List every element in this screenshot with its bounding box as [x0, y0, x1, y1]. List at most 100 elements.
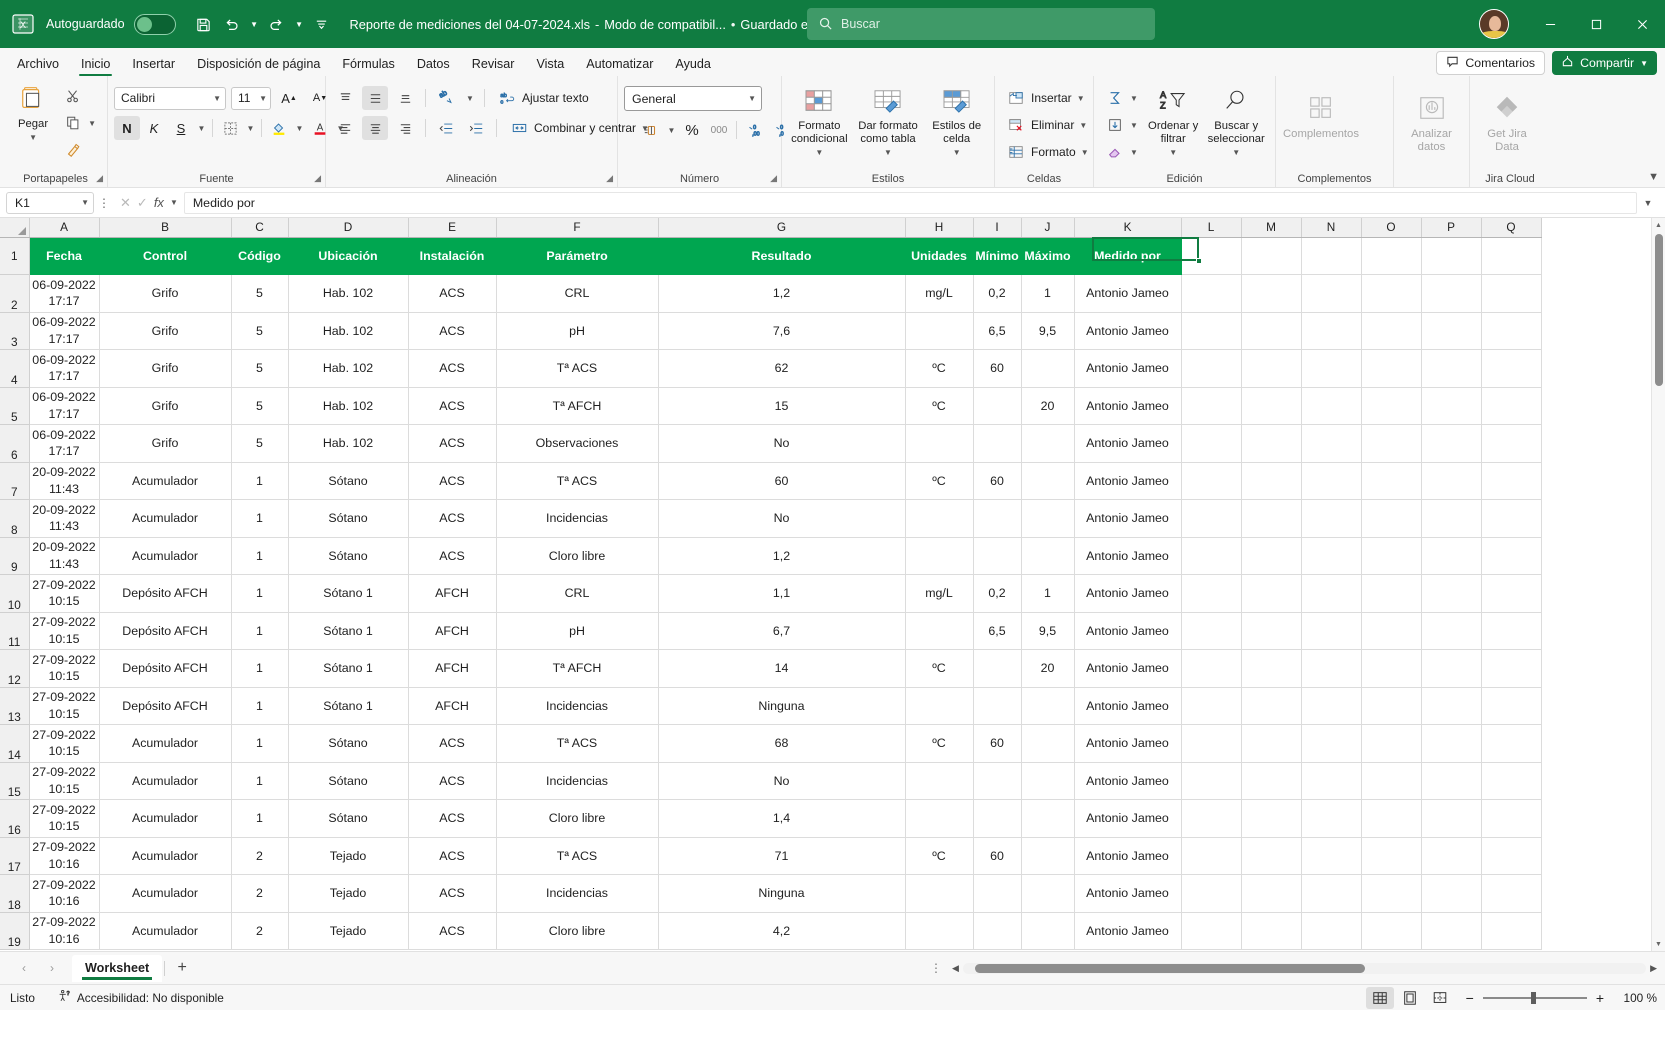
cell-codigo[interactable]: 1 — [231, 687, 289, 725]
cell-fecha[interactable]: 27-09-2022 10:15 — [29, 724, 100, 763]
cell-q2[interactable] — [1481, 274, 1542, 313]
cell-parametro[interactable]: Cloro libre — [496, 537, 659, 575]
cell-o14[interactable] — [1361, 724, 1422, 763]
cell-n7[interactable] — [1301, 462, 1362, 500]
cell-codigo[interactable]: 5 — [231, 349, 289, 388]
cell-medido-por[interactable]: Antonio Jameo — [1074, 462, 1182, 500]
cell-fecha[interactable]: 27-09-2022 10:15 — [29, 762, 100, 800]
cell-resultado[interactable]: 71 — [658, 837, 906, 875]
cell-parametro[interactable]: Incidencias — [496, 499, 659, 538]
column-header-i[interactable]: I — [973, 218, 1022, 238]
decrease-indent-button[interactable] — [433, 116, 459, 140]
row-header-14[interactable]: 14 — [0, 724, 30, 763]
cell-maximo[interactable] — [1021, 799, 1075, 838]
cell-fecha[interactable]: 27-09-2022 10:15 — [29, 612, 100, 650]
delete-cells-chevron-down-icon[interactable]: ▼ — [1079, 121, 1087, 130]
cell-m16[interactable] — [1241, 799, 1302, 838]
cell-ubicacion[interactable]: Hab. 102 — [288, 424, 409, 463]
font-size-select[interactable]: 11 ▼ — [231, 86, 271, 110]
cell-ubicacion[interactable]: Hab. 102 — [288, 349, 409, 388]
cell-m6[interactable] — [1241, 424, 1302, 463]
cell-control[interactable]: Grifo — [99, 349, 232, 388]
row-header-13[interactable]: 13 — [0, 687, 30, 725]
cell-minimo[interactable]: 60 — [973, 724, 1022, 763]
accessibility-status[interactable]: ? Accesibilidad: No disponible — [57, 989, 224, 1006]
close-button[interactable] — [1619, 0, 1665, 48]
autosum-button[interactable]: ▼ — [1100, 86, 1143, 110]
cell-parametro[interactable]: Tª ACS — [496, 349, 659, 388]
undo-icon[interactable] — [218, 10, 246, 38]
cell-minimo[interactable]: 60 — [973, 349, 1022, 388]
cell-m12[interactable] — [1241, 649, 1302, 688]
cell-medido-por[interactable]: Antonio Jameo — [1074, 762, 1182, 800]
cell-minimo[interactable] — [973, 387, 1022, 425]
cell-l13[interactable] — [1181, 687, 1242, 725]
font-dialog-launcher[interactable]: ◢ — [314, 173, 321, 184]
cell-q19[interactable] — [1481, 912, 1542, 950]
cell-unidades[interactable] — [905, 687, 974, 725]
sheet-scroll-options-icon[interactable]: ⋮ — [930, 961, 942, 975]
cell-n17[interactable] — [1301, 837, 1362, 875]
cell-n15[interactable] — [1301, 762, 1362, 800]
row-header-3[interactable]: 3 — [0, 312, 30, 350]
cell-control[interactable]: Grifo — [99, 274, 232, 313]
cell-n6[interactable] — [1301, 424, 1362, 463]
cell-parametro[interactable]: CRL — [496, 574, 659, 613]
cell-l15[interactable] — [1181, 762, 1242, 800]
cell-p8[interactable] — [1421, 499, 1482, 538]
share-chevron-down-icon[interactable]: ▼ — [1640, 59, 1648, 68]
paste-chevron-down-icon[interactable]: ▼ — [29, 133, 37, 142]
cell-unidades[interactable]: ºC — [905, 649, 974, 688]
cell-p7[interactable] — [1421, 462, 1482, 500]
cell-ubicacion[interactable]: Tejado — [288, 912, 409, 950]
cell-m7[interactable] — [1241, 462, 1302, 500]
cell-fecha[interactable]: 06-09-2022 17:17 — [29, 312, 100, 350]
cell-control[interactable]: Acumulador — [99, 912, 232, 950]
cell-maximo[interactable] — [1021, 537, 1075, 575]
cell-minimo[interactable]: 6,5 — [973, 612, 1022, 650]
cell-codigo[interactable]: 2 — [231, 912, 289, 950]
cell-codigo[interactable]: 1 — [231, 612, 289, 650]
cell-minimo[interactable] — [973, 687, 1022, 725]
hscroll-left-icon[interactable]: ◀ — [952, 963, 959, 974]
undo-dropdown-icon[interactable]: ▼ — [246, 10, 263, 38]
increase-indent-button[interactable] — [463, 116, 489, 140]
cell-fecha[interactable]: 27-09-2022 10:15 — [29, 799, 100, 838]
cell-control[interactable]: Acumulador — [99, 462, 232, 500]
cell-o6[interactable] — [1361, 424, 1422, 463]
cell-n9[interactable] — [1301, 537, 1362, 575]
formula-input[interactable]: Medido por — [183, 191, 1637, 214]
cell-unidades[interactable] — [905, 612, 974, 650]
orientation-button[interactable]: ab — [433, 86, 459, 110]
previous-sheet-button[interactable]: ‹ — [10, 956, 38, 980]
document-title-area[interactable]: Reporte de mediciones del 04-07-2024.xls… — [350, 17, 881, 32]
cell-n4[interactable] — [1301, 349, 1362, 388]
cell-o9[interactable] — [1361, 537, 1422, 575]
cell-control[interactable]: Depósito AFCH — [99, 687, 232, 725]
cell-minimo[interactable]: 60 — [973, 462, 1022, 500]
cell-fecha[interactable]: 27-09-2022 10:16 — [29, 837, 100, 875]
italic-button[interactable]: K — [141, 116, 167, 140]
fill-chevron-down-icon[interactable]: ▼ — [1130, 121, 1138, 130]
tab-formulas[interactable]: Fórmulas — [331, 55, 405, 76]
fill-button[interactable]: ▼ — [1100, 113, 1143, 137]
cell-resultado[interactable]: 60 — [658, 462, 906, 500]
cell-p14[interactable] — [1421, 724, 1482, 763]
number-dialog-launcher[interactable]: ◢ — [770, 173, 777, 184]
cut-button[interactable] — [58, 84, 101, 108]
cell-m15[interactable] — [1241, 762, 1302, 800]
cell-l4[interactable] — [1181, 349, 1242, 388]
maximize-button[interactable] — [1573, 0, 1619, 48]
cell-resultado[interactable]: 1,2 — [658, 274, 906, 313]
cell-unidades[interactable]: mg/L — [905, 574, 974, 613]
cell-unidades[interactable] — [905, 537, 974, 575]
cell-o2[interactable] — [1361, 274, 1422, 313]
cell-resultado[interactable]: No — [658, 424, 906, 463]
cell-maximo[interactable] — [1021, 462, 1075, 500]
cell-unidades[interactable] — [905, 874, 974, 913]
add-sheet-button[interactable]: + — [167, 956, 197, 980]
increase-font-size-button[interactable]: A ▲ — [276, 86, 302, 110]
column-header-f[interactable]: F — [496, 218, 659, 238]
cell-codigo[interactable]: 1 — [231, 499, 289, 538]
cell-q10[interactable] — [1481, 574, 1542, 613]
